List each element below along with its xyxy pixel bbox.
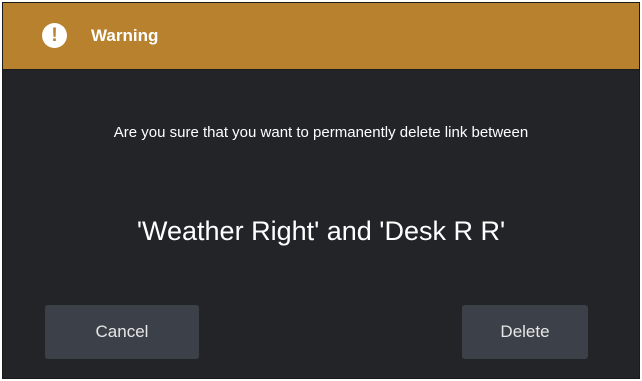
warning-dialog: ! Warning Are you sure that you want to … bbox=[2, 2, 640, 379]
dialog-title-bar: ! Warning bbox=[3, 3, 639, 70]
link-subject: 'Weather Right' and 'Desk R R' bbox=[136, 216, 506, 246]
delete-button[interactable]: Delete bbox=[462, 305, 588, 359]
confirmation-message: Are you sure that you want to permanentl… bbox=[113, 124, 529, 141]
cancel-button[interactable]: Cancel bbox=[45, 305, 199, 359]
warning-icon: ! bbox=[42, 23, 67, 48]
dialog-title: Warning bbox=[91, 26, 159, 45]
